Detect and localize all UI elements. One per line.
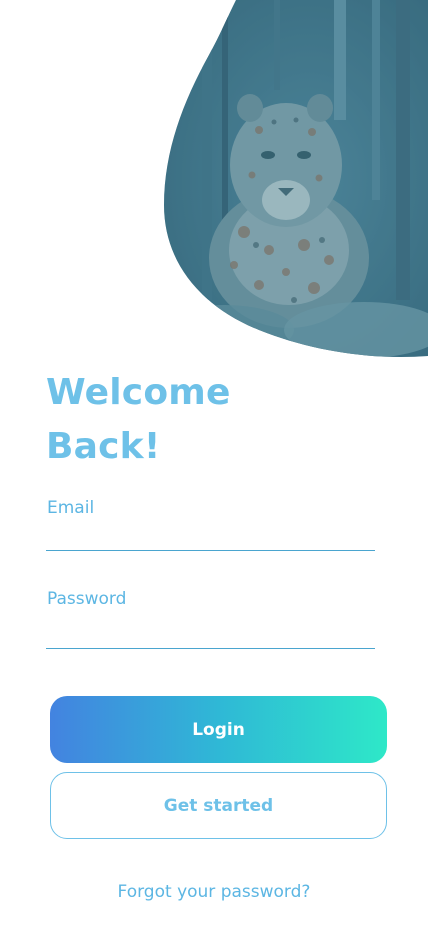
welcome-title-line2: Back!	[46, 426, 161, 467]
email-label: Email	[47, 498, 95, 518]
password-label: Password	[47, 589, 127, 609]
welcome-title: Welcome Back!	[46, 366, 346, 474]
hero-image-blob	[164, 0, 428, 358]
email-input[interactable]	[46, 525, 375, 551]
password-field-group: Password	[46, 589, 375, 649]
password-input[interactable]	[46, 623, 375, 649]
forgot-password-link[interactable]: Forgot your password?	[0, 882, 428, 902]
welcome-title-line1: Welcome	[46, 372, 231, 413]
leopard-photo	[164, 0, 428, 357]
email-field-group: Email	[46, 498, 375, 551]
get-started-button[interactable]: Get started	[50, 772, 387, 839]
login-button[interactable]: Login	[50, 696, 387, 763]
